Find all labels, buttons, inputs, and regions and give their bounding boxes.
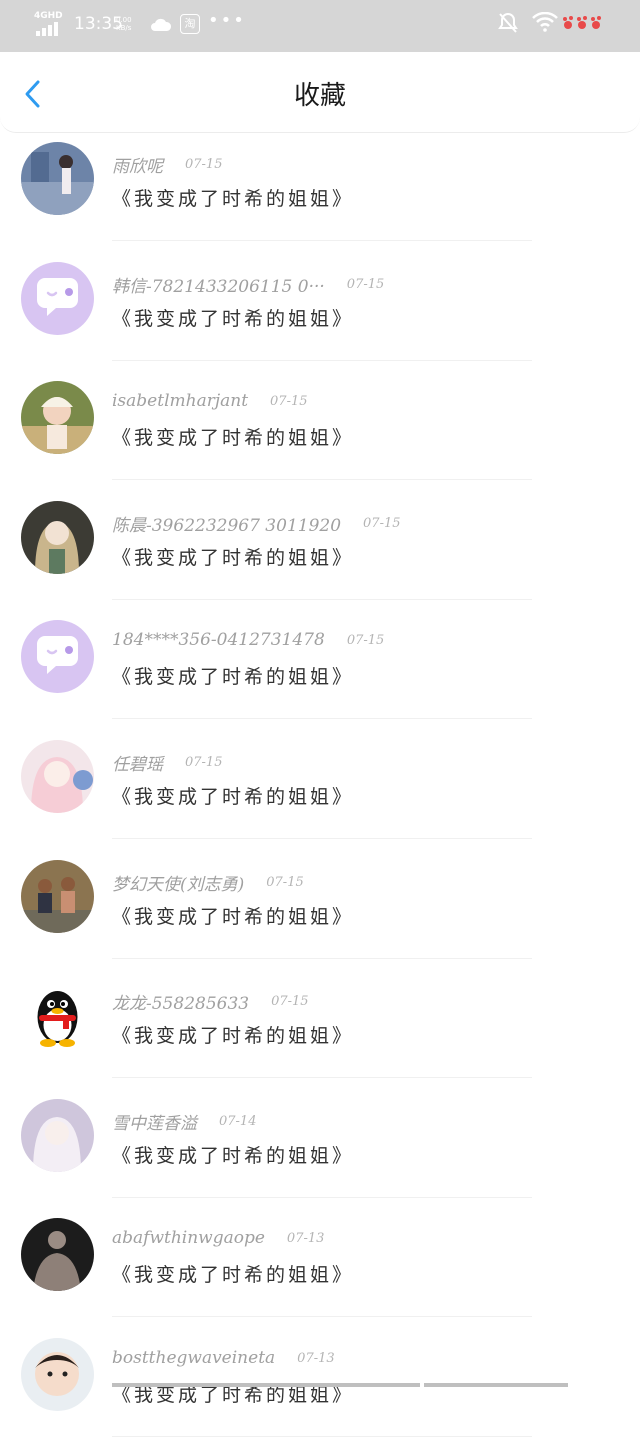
divider bbox=[112, 599, 532, 600]
avatar[interactable] bbox=[21, 381, 94, 454]
net-speed: 0.00 KB/s bbox=[116, 16, 132, 32]
user-line: bostthegwaveineta 07-13 bbox=[112, 1348, 335, 1368]
user-line: 184****356-0412731478 07-15 bbox=[112, 630, 384, 650]
avatar[interactable] bbox=[21, 620, 94, 693]
user-line: 任碧瑶 07-15 bbox=[112, 750, 222, 775]
book-title[interactable]: 《我变成了时希的姐姐》 bbox=[112, 1021, 354, 1048]
bell-off-icon bbox=[498, 12, 518, 33]
signal-icon bbox=[36, 22, 58, 36]
list-item[interactable]: 雨欣呢 07-15 《我变成了时希的姐姐》 bbox=[0, 134, 640, 254]
avatar[interactable] bbox=[21, 142, 94, 215]
user-line: 梦幻天使(刘志勇) 07-15 bbox=[112, 870, 304, 895]
taobao-icon: 淘 bbox=[180, 14, 200, 34]
list-item[interactable]: 陈晨-3962232967 3011920 07-15 《我变成了时希的姐姐》 bbox=[0, 493, 640, 613]
status-bar: 4GHD 13:35 0.00 KB/s 淘 ••• bbox=[0, 0, 640, 52]
item-date: 07-15 bbox=[346, 632, 385, 648]
book-title[interactable]: 《我变成了时希的姐姐》 bbox=[112, 304, 354, 331]
item-date: 07-15 bbox=[185, 157, 223, 172]
book-title[interactable]: 《我变成了时希的姐姐》 bbox=[112, 782, 354, 809]
avatar[interactable] bbox=[21, 860, 94, 933]
user-name: abafwthinwgaope bbox=[112, 1228, 265, 1248]
item-date: 07-15 bbox=[346, 277, 385, 292]
user-name: 陈晨-3962232967 3011920 bbox=[112, 516, 342, 536]
item-date: 07-13 bbox=[297, 1350, 335, 1366]
wifi-icon bbox=[532, 12, 558, 32]
user-name: 184****356-0412731478 bbox=[112, 630, 325, 650]
divider bbox=[112, 958, 532, 959]
divider bbox=[112, 479, 532, 480]
user-line: isabetlmharjant 07-15 bbox=[112, 391, 308, 411]
divider bbox=[112, 1077, 532, 1078]
item-date: 07-15 bbox=[363, 516, 401, 531]
user-name: 任碧瑶 bbox=[112, 755, 163, 775]
book-title[interactable]: 《我变成了时希的姐姐》 bbox=[112, 423, 354, 450]
list-item[interactable]: 雪中莲香溢 07-14 《我变成了时希的姐姐》 bbox=[0, 1091, 640, 1211]
divider bbox=[112, 360, 532, 361]
user-name: bostthegwaveineta bbox=[112, 1348, 276, 1368]
cloud-icon bbox=[151, 18, 172, 31]
item-date: 07-15 bbox=[270, 393, 308, 409]
list-item[interactable]: bostthegwaveineta 07-13 《我变成了时希的姐姐》 bbox=[0, 1330, 640, 1450]
item-date: 07-13 bbox=[286, 1230, 325, 1246]
book-title[interactable]: 《我变成了时希的姐姐》 bbox=[112, 1141, 354, 1168]
user-line: 韩信-7821433206115 0··· 07-15 bbox=[112, 272, 384, 297]
scroll-indicator bbox=[112, 1383, 420, 1387]
network-type: 4GHD bbox=[34, 11, 63, 21]
scroll-indicator-2 bbox=[424, 1383, 568, 1387]
net-speed-value: 0.00 bbox=[116, 16, 132, 24]
divider bbox=[112, 1436, 532, 1437]
user-line: 雪中莲香溢 07-14 bbox=[112, 1109, 256, 1134]
user-line: abafwthinwgaope 07-13 bbox=[112, 1228, 324, 1248]
item-date: 07-14 bbox=[219, 1114, 257, 1129]
book-title[interactable]: 《我变成了时希的姐姐》 bbox=[112, 184, 354, 211]
page-title: 收藏 bbox=[293, 81, 346, 111]
avatar[interactable] bbox=[21, 501, 94, 574]
avatar[interactable] bbox=[21, 1218, 94, 1291]
divider bbox=[112, 1316, 532, 1317]
list-item[interactable]: isabetlmharjant 07-15 《我变成了时希的姐姐》 bbox=[0, 373, 640, 493]
more-notifications-icon: ••• bbox=[208, 10, 246, 31]
user-name: 雨欣呢 bbox=[112, 157, 163, 177]
list-item[interactable]: 龙龙-558285633 07-15 《我变成了时希的姐姐》 bbox=[0, 971, 640, 1091]
avatar[interactable] bbox=[21, 740, 94, 813]
divider bbox=[112, 240, 532, 241]
user-name: 梦幻天使(刘志勇) bbox=[112, 875, 245, 895]
divider bbox=[112, 838, 532, 839]
list-item[interactable]: 梦幻天使(刘志勇) 07-15 《我变成了时希的姐姐》 bbox=[0, 852, 640, 972]
book-title[interactable]: 《我变成了时希的姐姐》 bbox=[112, 662, 354, 689]
list-item[interactable]: abafwthinwgaope 07-13 《我变成了时希的姐姐》 bbox=[0, 1210, 640, 1330]
divider bbox=[112, 718, 532, 719]
avatar[interactable] bbox=[21, 262, 94, 335]
item-date: 07-15 bbox=[271, 994, 309, 1009]
avatar[interactable] bbox=[21, 1099, 94, 1172]
user-name: isabetlmharjant bbox=[112, 391, 249, 411]
user-line: 陈晨-3962232967 3011920 07-15 bbox=[112, 511, 401, 536]
divider bbox=[112, 1197, 532, 1198]
user-line: 雨欣呢 07-15 bbox=[112, 152, 222, 177]
book-title[interactable]: 《我变成了时希的姐姐》 bbox=[112, 1260, 354, 1287]
user-name: 韩信-7821433206115 0··· bbox=[112, 277, 325, 297]
nav-header: 收藏 bbox=[0, 52, 640, 133]
avatar[interactable] bbox=[21, 979, 94, 1052]
list-item[interactable]: 韩信-7821433206115 0··· 07-15 《我变成了时希的姐姐》 bbox=[0, 254, 640, 374]
item-date: 07-15 bbox=[266, 875, 304, 890]
list-item[interactable]: 184****356-0412731478 07-15 《我变成了时希的姐姐》 bbox=[0, 612, 640, 732]
user-line: 龙龙-558285633 07-15 bbox=[112, 989, 309, 1014]
user-name: 雪中莲香溢 bbox=[112, 1114, 197, 1134]
item-date: 07-15 bbox=[185, 755, 223, 770]
book-title[interactable]: 《我变成了时希的姐姐》 bbox=[112, 902, 354, 929]
avatar[interactable] bbox=[21, 1338, 94, 1411]
list-item[interactable]: 任碧瑶 07-15 《我变成了时希的姐姐》 bbox=[0, 732, 640, 852]
net-speed-unit: KB/s bbox=[116, 24, 132, 32]
user-name: 龙龙-558285633 bbox=[112, 994, 250, 1014]
book-title[interactable]: 《我变成了时希的姐姐》 bbox=[112, 543, 354, 570]
battery-paw-icon bbox=[563, 16, 601, 29]
